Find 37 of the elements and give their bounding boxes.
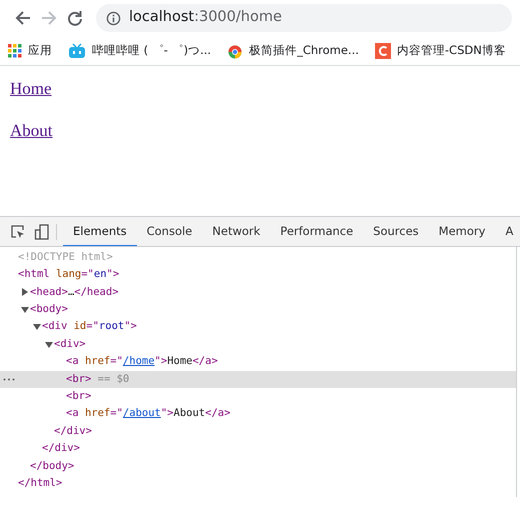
colored-circle-icon [227,42,244,58]
dom-node-line[interactable]: <br> [0,388,516,406]
devtools-tab[interactable]: Console [136,217,202,246]
apps-grid-icon [8,44,22,58]
dom-node-line[interactable]: <html lang="en"> [0,266,516,284]
dom-node-line[interactable]: <div id="root"> [0,318,516,336]
dom-closing-tag[interactable]: </body> [0,458,516,476]
devtools-tab[interactable]: Elements [63,217,137,246]
dom-node-line[interactable]: <a href="/about">About</a> [0,406,516,423]
device-toolbar-icon[interactable] [34,224,50,240]
c-logo-icon [374,42,391,58]
bookmark[interactable]: 极简插件_Chrome... [227,42,359,60]
dom-closing-tag[interactable]: </div> [0,422,516,440]
more-dots-icon[interactable] [3,378,15,381]
dom-node-line[interactable]: <head>…</head> [0,284,516,302]
page-link[interactable]: About [10,118,52,143]
dom-node-line[interactable]: <body> [0,301,516,319]
tv-icon [68,42,86,58]
devtools-tab[interactable]: Memory [428,217,496,246]
page-link[interactable]: Home [10,76,52,102]
dom-closing-tag[interactable]: </div> [0,440,516,458]
back-arrow-icon[interactable] [14,9,32,27]
info-icon[interactable] [106,10,121,26]
reload-icon[interactable] [66,9,84,27]
dom-closing-tag[interactable]: </html> [0,475,516,492]
expand-triangle-icon[interactable] [20,288,30,296]
bookmark[interactable]: 内容管理-CSDN博客 [374,42,506,60]
devtools-tab[interactable]: Network [202,217,270,246]
bookmark[interactable]: 应用 [8,42,52,60]
address-bar[interactable]: localhost:3000/home [96,4,512,32]
devtools-tab[interactable]: Sources [363,217,429,246]
dom-node-line[interactable]: <div> [0,336,516,354]
dom-node-line[interactable]: <a href="/home">Home</a> [0,353,516,371]
bookmark[interactable]: 哔哩哔哩 ( ゜- ゜)つ... [68,42,212,60]
inspect-icon[interactable] [10,224,26,240]
devtools-tab[interactable]: A [495,217,520,246]
devtools-tab[interactable]: Performance [270,217,364,246]
